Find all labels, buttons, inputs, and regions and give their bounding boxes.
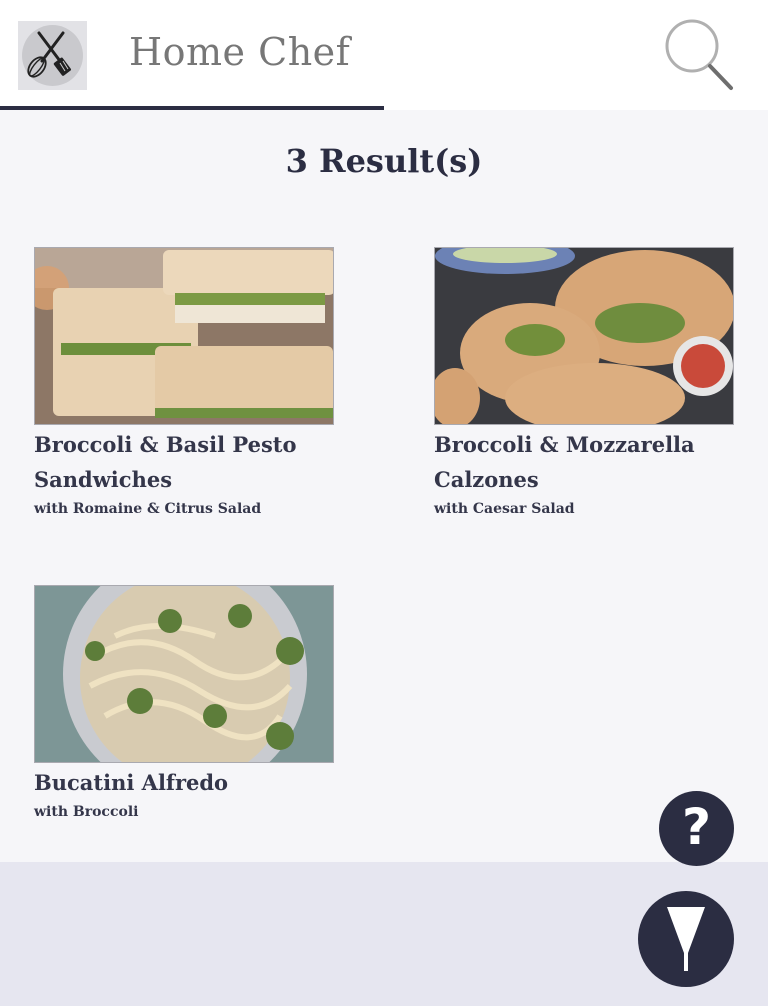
sandwich-photo[interactable] <box>34 247 334 425</box>
app-header: Home Chef <box>0 0 768 110</box>
search-icon[interactable] <box>660 10 740 95</box>
recipe-title-line: Calzones <box>434 467 539 492</box>
recipe-title[interactable]: Broccoli & Basil Pesto Sandwiches <box>34 427 334 497</box>
recipe-title-line: Broccoli & Basil Pesto <box>34 432 297 457</box>
recipe-title[interactable]: Broccoli & Mozzarella Calzones <box>434 427 734 497</box>
whisk-spatula-icon[interactable] <box>18 21 87 90</box>
recipe-title-line: Sandwiches <box>34 467 173 492</box>
pasta-photo[interactable] <box>34 585 334 763</box>
recipe-subtitle: with Caesar Salad <box>434 501 575 517</box>
recipe-card[interactable]: Broccoli & Mozzarella Calzones with Caes… <box>434 247 734 517</box>
recipe-card[interactable]: Bucatini Alfredo with Broccoli <box>34 585 334 820</box>
recipe-title[interactable]: Bucatini Alfredo <box>34 765 334 800</box>
help-icon[interactable]: ? <box>659 791 734 866</box>
recipe-title-line: Broccoli & Mozzarella <box>434 432 695 457</box>
calzone-photo[interactable] <box>434 247 734 425</box>
app-title: Home Chef <box>129 30 351 74</box>
title-underline <box>0 106 384 110</box>
recipe-subtitle: with Romaine & Citrus Salad <box>34 501 262 517</box>
recipe-card[interactable]: Broccoli & Basil Pesto Sandwiches with R… <box>34 247 334 517</box>
results-count-heading: 3 Result(s) <box>285 142 483 180</box>
recipe-title-line: Bucatini Alfredo <box>34 770 229 795</box>
filter-icon[interactable] <box>638 891 734 987</box>
recipe-subtitle: with Broccoli <box>34 804 139 820</box>
